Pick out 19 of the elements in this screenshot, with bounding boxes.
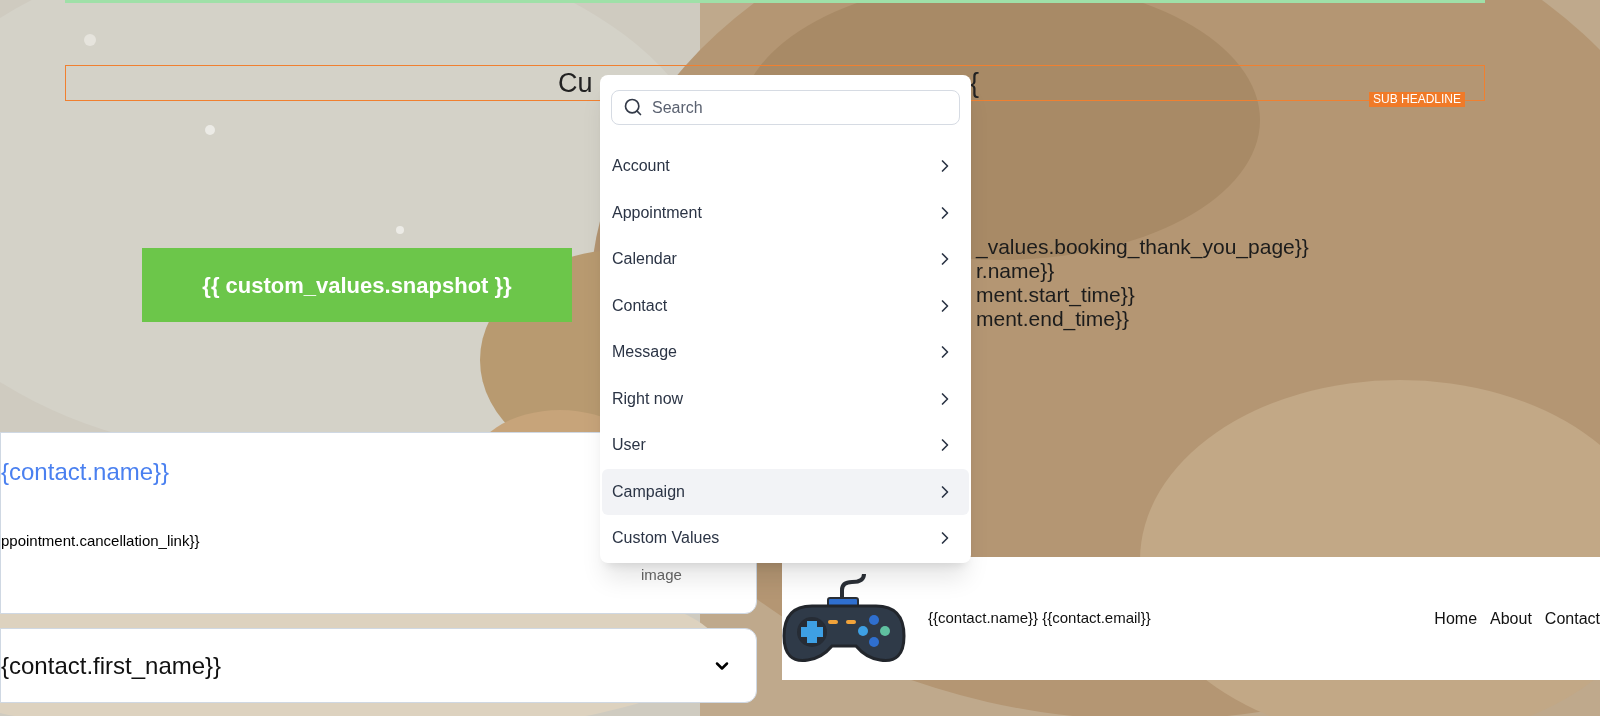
select-field[interactable]: {contact.first_name}} bbox=[0, 628, 757, 703]
menu-item[interactable]: Campaign bbox=[602, 468, 969, 515]
text-line: ment.start_time}} bbox=[976, 283, 1136, 307]
cancellation-link-text: ppointment.cancellation_link}} bbox=[1, 531, 200, 551]
select-value: {contact.first_name}} bbox=[1, 650, 222, 681]
search-icon bbox=[623, 97, 643, 117]
sub-headline-text: { bbox=[970, 67, 980, 100]
contact-text: {{contact.name}} {{contact.email}} bbox=[928, 608, 1151, 629]
text-line: ment.end_time}} bbox=[976, 307, 1130, 331]
nav-link[interactable]: About bbox=[1490, 606, 1532, 631]
text-line: r.name}} bbox=[976, 259, 1056, 283]
search-field[interactable]: Search bbox=[611, 90, 960, 125]
text-line: _values.booking_thank_you_page}} bbox=[976, 235, 1309, 259]
sub-headline-text: Cu bbox=[558, 67, 593, 100]
sub-headline-badge: SUB HEADLINE bbox=[1369, 92, 1466, 107]
contact-name-text: {contact.name}} bbox=[1, 457, 170, 487]
nav-link[interactable]: Contact bbox=[1544, 606, 1600, 631]
image-label: image bbox=[641, 565, 682, 585]
nav-link[interactable]: Home bbox=[1434, 606, 1478, 631]
